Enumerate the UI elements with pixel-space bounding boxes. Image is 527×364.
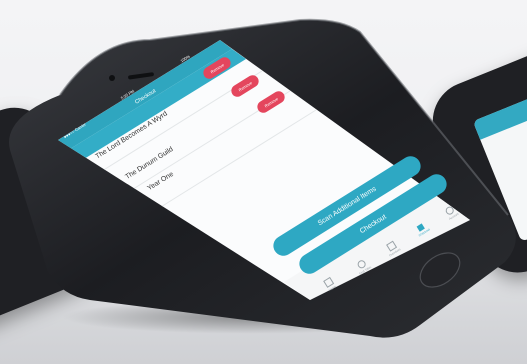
screen-bg [58, 40, 470, 300]
phone-screen [58, 40, 470, 300]
